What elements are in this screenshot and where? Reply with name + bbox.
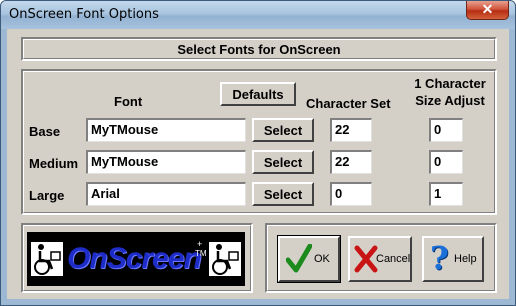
dialog-body: Select Fonts for OnScreen Font Defaults … xyxy=(7,29,509,299)
wheelchair-user-icon xyxy=(209,242,241,276)
large-select-button[interactable]: Select xyxy=(252,182,314,206)
base-font-field[interactable]: MyTMouse xyxy=(86,118,246,142)
medium-charset-field[interactable]: 22 xyxy=(330,150,372,174)
close-button[interactable]: ✕ xyxy=(466,1,509,20)
logo-plus: + xyxy=(197,239,203,249)
window-title: OnScreen Font Options xyxy=(9,7,159,22)
help-button[interactable]: ? Help xyxy=(422,236,484,282)
header-title: Select Fonts for OnScreen xyxy=(177,42,341,57)
fonts-panel: Font Defaults Character Set 1 Character … xyxy=(23,71,495,213)
red-x-icon xyxy=(354,245,378,273)
defaults-button[interactable]: Defaults xyxy=(220,82,296,106)
title-bar[interactable]: OnScreen Font Options ✕ xyxy=(1,1,515,29)
size-adjust-header-line2: Size Adjust xyxy=(415,93,485,108)
question-mark-icon: ? xyxy=(430,239,449,277)
checkmark-icon xyxy=(286,244,312,273)
medium-size-adjust-field[interactable]: 0 xyxy=(429,150,463,174)
close-icon: ✕ xyxy=(481,1,494,17)
logo-wordmark: OnScreen xyxy=(67,242,202,275)
character-set-header: Character Set xyxy=(306,96,391,111)
base-size-adjust-field[interactable]: 0 xyxy=(429,118,463,142)
base-select-button[interactable]: Select xyxy=(252,118,314,142)
large-charset-field[interactable]: 0 xyxy=(330,182,372,206)
cancel-label: Cancel xyxy=(376,253,411,265)
row-label-medium: Medium xyxy=(29,156,79,171)
row-label-large: Large xyxy=(29,188,65,203)
medium-select-button[interactable]: Select xyxy=(252,150,314,174)
wheelchair-user-icon xyxy=(31,242,63,276)
logo-trademark: TM xyxy=(195,249,207,258)
header-frame: Select Fonts for OnScreen xyxy=(21,37,497,61)
medium-font-field[interactable]: MyTMouse xyxy=(86,150,246,174)
onscreen-logo: OnScreen + TM xyxy=(27,232,245,286)
fonts-frame: Font Defaults Character Set 1 Character … xyxy=(21,69,497,215)
large-font-field[interactable]: Arial xyxy=(86,182,246,206)
ok-button[interactable]: OK xyxy=(277,235,341,283)
help-label: Help xyxy=(454,253,477,265)
font-column-header: Font xyxy=(114,94,143,109)
size-adjust-header-line1: 1 Character xyxy=(414,76,486,91)
row-label-base: Base xyxy=(29,124,61,139)
large-size-adjust-field[interactable]: 1 xyxy=(429,182,463,206)
font-options-window: OnScreen Font Options ✕ Select Fonts for… xyxy=(0,0,516,306)
base-charset-field[interactable]: 22 xyxy=(330,118,372,142)
ok-label: OK xyxy=(314,253,330,265)
cancel-button[interactable]: Cancel xyxy=(348,236,412,282)
header-panel: Select Fonts for OnScreen xyxy=(23,39,495,59)
